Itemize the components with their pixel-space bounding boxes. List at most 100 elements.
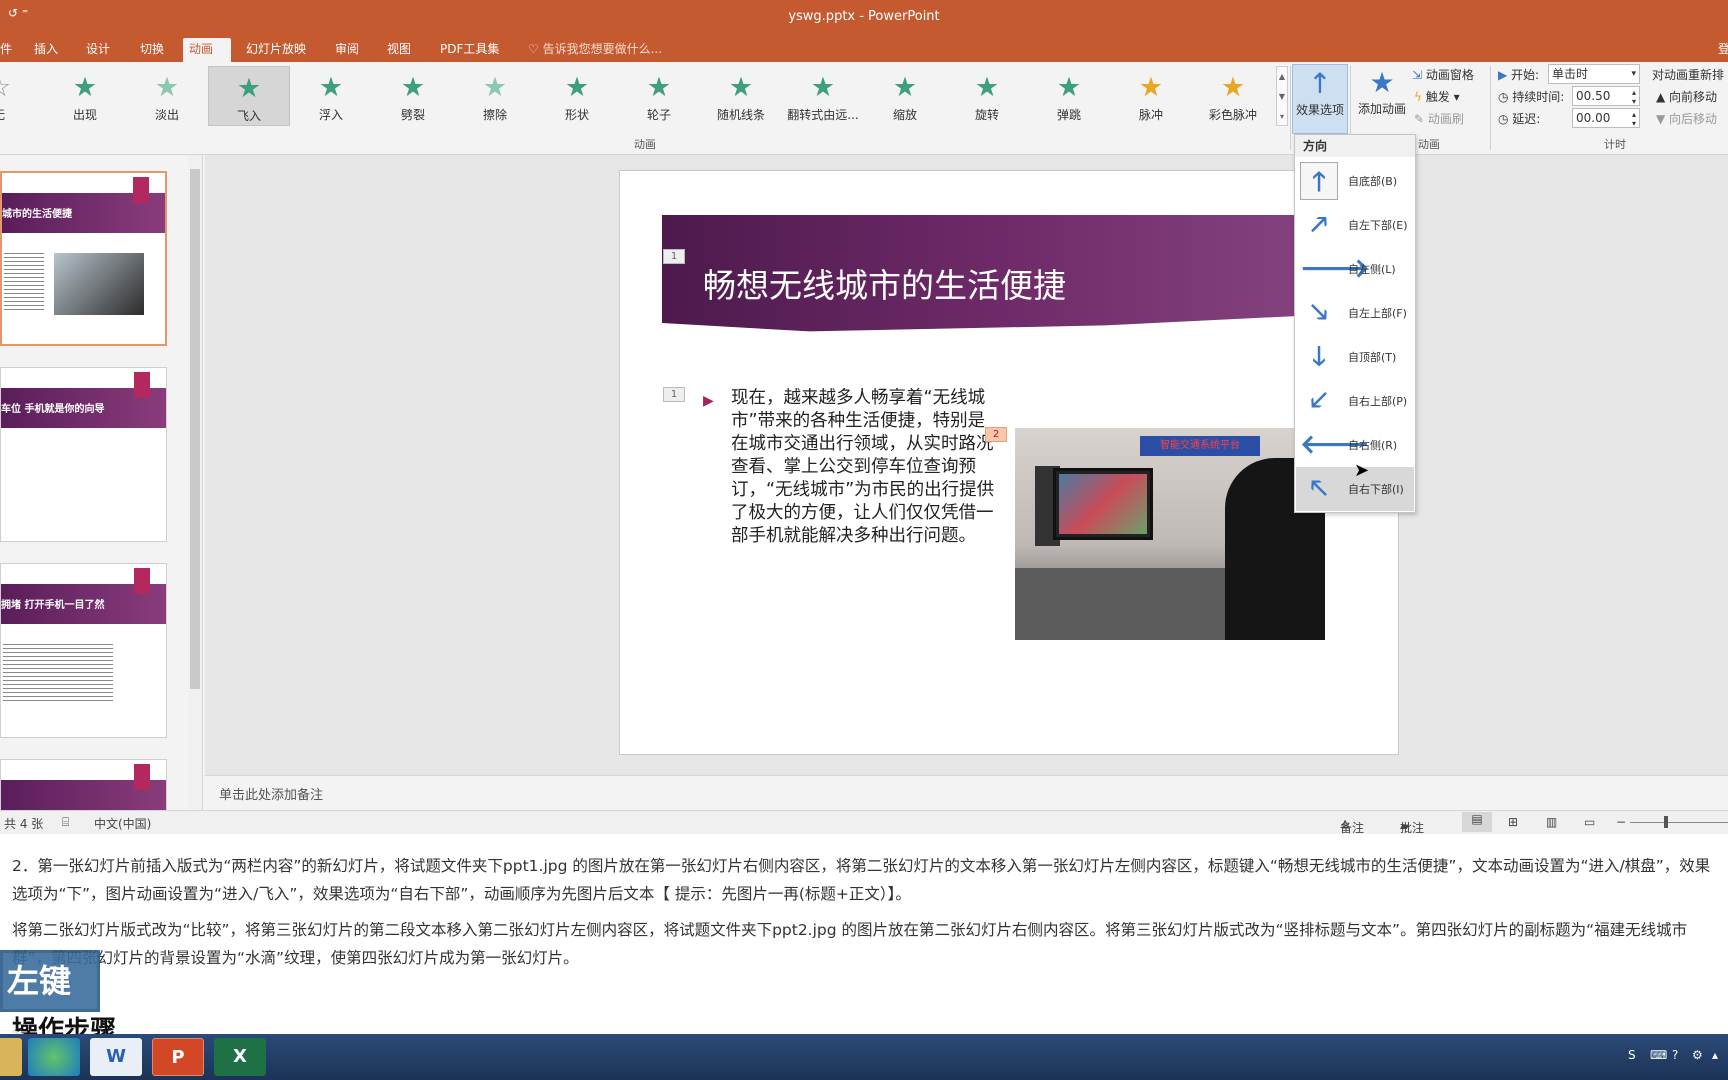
slide-thumbnail-3[interactable]: 拥堵 打开手机一目了然 bbox=[0, 563, 167, 738]
gallery-scroll[interactable]: ▲ ▼ ▾ bbox=[1276, 66, 1288, 126]
delay-spinner[interactable]: 00.00 ▴ ▾ bbox=[1572, 108, 1640, 128]
settings-icon[interactable]: ⚙ bbox=[1692, 1048, 1703, 1062]
keyboard-icon[interactable]: ⌨ bbox=[1650, 1048, 1667, 1062]
notes-placeholder: 单击此处添加备注 bbox=[219, 788, 324, 803]
direction-from-bottom[interactable]: 🡑 自底部(B) bbox=[1296, 159, 1414, 203]
ime-icon[interactable]: S bbox=[1628, 1048, 1636, 1062]
star-icon: ★ bbox=[810, 72, 836, 103]
move-later-button[interactable]: ▼ 向后移动 bbox=[1656, 110, 1717, 127]
divider bbox=[1490, 66, 1491, 150]
tab-transitions[interactable]: 切换 bbox=[134, 38, 170, 62]
status-bar: 共 4 张 ⌸ 中文(中国) ≙ 备注 ▰ 批注 ▤ ⊞ ▥ ▭ − bbox=[0, 810, 1728, 835]
anim-none[interactable]: ☆无 bbox=[0, 66, 40, 126]
tell-me-search[interactable]: ♡ 告诉我您想要做什么... bbox=[528, 38, 662, 62]
tray-chevron-icon[interactable]: ▴ bbox=[1712, 1048, 1718, 1062]
direction-from-top-right[interactable]: 🡗 自右上部(P) bbox=[1296, 379, 1414, 423]
zoom-out-button[interactable]: − bbox=[1616, 815, 1626, 829]
move-earlier-button[interactable]: ▲ 向前移动 bbox=[1656, 88, 1717, 105]
anim-random-bars[interactable]: ★ 随机线条 bbox=[700, 66, 782, 126]
normal-view-button[interactable]: ▤ bbox=[1462, 812, 1492, 832]
anim-color-pulse[interactable]: ★ 彩色脉冲 bbox=[1192, 66, 1274, 126]
direction-from-left[interactable]: 🡒 自左侧(L) bbox=[1296, 247, 1414, 291]
thumb-text bbox=[3, 644, 113, 704]
anim-swivel[interactable]: ★ 旋转 bbox=[946, 66, 1028, 126]
browser-icon[interactable] bbox=[28, 1038, 80, 1076]
star-icon: ★ bbox=[646, 72, 672, 103]
slide-title[interactable]: 畅想无线城市的生活便捷 bbox=[703, 259, 1066, 307]
anim-fade[interactable]: ★ 淡出 bbox=[126, 66, 208, 126]
tab-insert[interactable]: 插入 bbox=[28, 38, 64, 62]
tab-animations[interactable]: 动画 bbox=[183, 38, 231, 62]
language-indicator[interactable]: 中文(中国) bbox=[94, 815, 151, 832]
anim-wheel[interactable]: ★ 轮子 bbox=[618, 66, 700, 126]
slide-body-text[interactable]: 现在，越来越多人畅享着“无线城市”带来的各种生活便捷，特别是在城市交通出行领域，… bbox=[731, 387, 1001, 548]
delay-label: ◷ 延迟: bbox=[1498, 112, 1541, 126]
anim-grow-turn[interactable]: ★ 翻转式由远... bbox=[782, 66, 864, 126]
anim-wipe[interactable]: ★ 擦除 bbox=[454, 66, 536, 126]
arrow-right-icon: 🡒 bbox=[1300, 254, 1370, 284]
window-title: yswg.pptx - PowerPoint bbox=[788, 9, 940, 24]
clock-icon: ◷ bbox=[1498, 90, 1513, 104]
help-icon[interactable]: ? bbox=[1672, 1048, 1678, 1062]
start-select[interactable]: 单击时 ▾ bbox=[1548, 64, 1640, 84]
slide-thumbnail-1[interactable]: 城市的生活便捷 bbox=[0, 171, 167, 346]
direction-from-top[interactable]: 🡓 自顶部(T) bbox=[1296, 335, 1414, 379]
powerpoint-icon[interactable]: P bbox=[152, 1038, 204, 1076]
scrollbar-thumb[interactable] bbox=[190, 169, 200, 689]
bullet-icon: ▶ bbox=[703, 393, 714, 409]
direction-from-bottom-left[interactable]: 🡕 自左下部(E) bbox=[1296, 203, 1414, 247]
photo-monitor bbox=[1053, 468, 1153, 540]
effect-options-button[interactable]: ↑ 效果选项 bbox=[1292, 64, 1348, 134]
excel-icon[interactable]: X bbox=[214, 1038, 266, 1076]
tab-design[interactable]: 设计 bbox=[80, 38, 116, 62]
taskbar: W P X S ⌨ ? ⚙ ▴ bbox=[0, 1034, 1728, 1080]
slide-sorter-button[interactable]: ⊞ bbox=[1508, 815, 1518, 829]
tab-slideshow[interactable]: 幻灯片放映 bbox=[240, 38, 312, 62]
animation-pane-button[interactable]: ⇲ 动画窗格 bbox=[1412, 66, 1474, 83]
zoom-slider[interactable] bbox=[1630, 822, 1728, 823]
thumb-image bbox=[54, 253, 144, 315]
spellcheck-icon[interactable]: ⌸ bbox=[62, 815, 69, 830]
animation-tag-body[interactable]: 1 bbox=[663, 387, 685, 402]
anim-bounce[interactable]: ★ 弹跳 bbox=[1028, 66, 1110, 126]
notes-pane[interactable]: 单击此处添加备注 bbox=[205, 775, 1728, 810]
current-slide[interactable]: 1 畅想无线城市的生活便捷 1 ▶ 现在，越来越多人畅享着“无线城市”带来的各种… bbox=[619, 170, 1400, 755]
animation-tag-image[interactable]: 2 bbox=[985, 427, 1007, 442]
instruction-paragraph-2: 将第二张幻灯片版式改为“比较”，将第三张幻灯片的第二段文本移入第二张幻灯片左侧内… bbox=[12, 921, 1688, 967]
slide-count: 共 4 张 bbox=[4, 817, 44, 831]
animation-tag-title[interactable]: 1 bbox=[663, 249, 685, 264]
slideshow-button[interactable]: ▭ bbox=[1584, 815, 1595, 829]
instruction-paragraph-1: 2．第一张幻灯片前插入版式为“两栏内容”的新幻灯片，将试题文件夹下ppt1.jp… bbox=[12, 857, 1711, 903]
animation-painter-button[interactable]: ✎ 动画刷 bbox=[1414, 110, 1464, 127]
slide-photo[interactable]: 智能交通系统平台 bbox=[1015, 428, 1325, 640]
duration-spinner[interactable]: 00.50 ▴ ▾ bbox=[1572, 86, 1640, 106]
anim-float-in[interactable]: ★ 浮入 bbox=[290, 66, 372, 126]
anim-appear[interactable]: ★ 出现 bbox=[44, 66, 126, 126]
tab-view[interactable]: 视图 bbox=[381, 38, 417, 62]
direction-from-top-left[interactable]: 🡖 自左上部(F) bbox=[1296, 291, 1414, 335]
word-icon[interactable]: W bbox=[90, 1038, 142, 1076]
anim-split[interactable]: ★ 劈裂 bbox=[372, 66, 454, 126]
tab-review[interactable]: 审阅 bbox=[329, 38, 365, 62]
slide-thumbnail-2[interactable]: 车位 手机就是你的向导 bbox=[0, 367, 167, 542]
star-icon: ★ bbox=[728, 72, 754, 103]
anim-shape[interactable]: ★ 形状 bbox=[536, 66, 618, 126]
tab-pdf-tools[interactable]: PDF工具集 bbox=[434, 38, 505, 62]
tab-file[interactable]: 件 bbox=[0, 38, 18, 62]
sign-in-link[interactable]: 登 bbox=[1712, 38, 1728, 62]
arrow-up-icon: ↑ bbox=[1308, 67, 1332, 100]
zoom-slider-thumb[interactable] bbox=[1664, 816, 1668, 828]
anim-pulse[interactable]: ★ 脉冲 bbox=[1110, 66, 1192, 126]
add-animation-button[interactable]: ★ 添加动画 bbox=[1354, 64, 1410, 134]
thumb-title: 车位 手机就是你的向导 bbox=[1, 404, 105, 415]
clock-icon: ◷ bbox=[1498, 112, 1513, 126]
anim-zoom[interactable]: ★ 缩放 bbox=[864, 66, 946, 126]
reading-view-button[interactable]: ▥ bbox=[1546, 815, 1557, 829]
lightning-icon: ϟ bbox=[1414, 90, 1426, 104]
trigger-button[interactable]: ϟ 触发 ▾ bbox=[1414, 88, 1460, 105]
anim-fly-in[interactable]: ★ 飞入 bbox=[208, 66, 290, 126]
thumb-accent bbox=[134, 568, 150, 594]
explorer-icon[interactable] bbox=[0, 1038, 22, 1076]
spinner-arrows-icon: ▴ ▾ bbox=[1631, 110, 1636, 128]
thumbnail-scrollbar[interactable] bbox=[188, 155, 202, 810]
